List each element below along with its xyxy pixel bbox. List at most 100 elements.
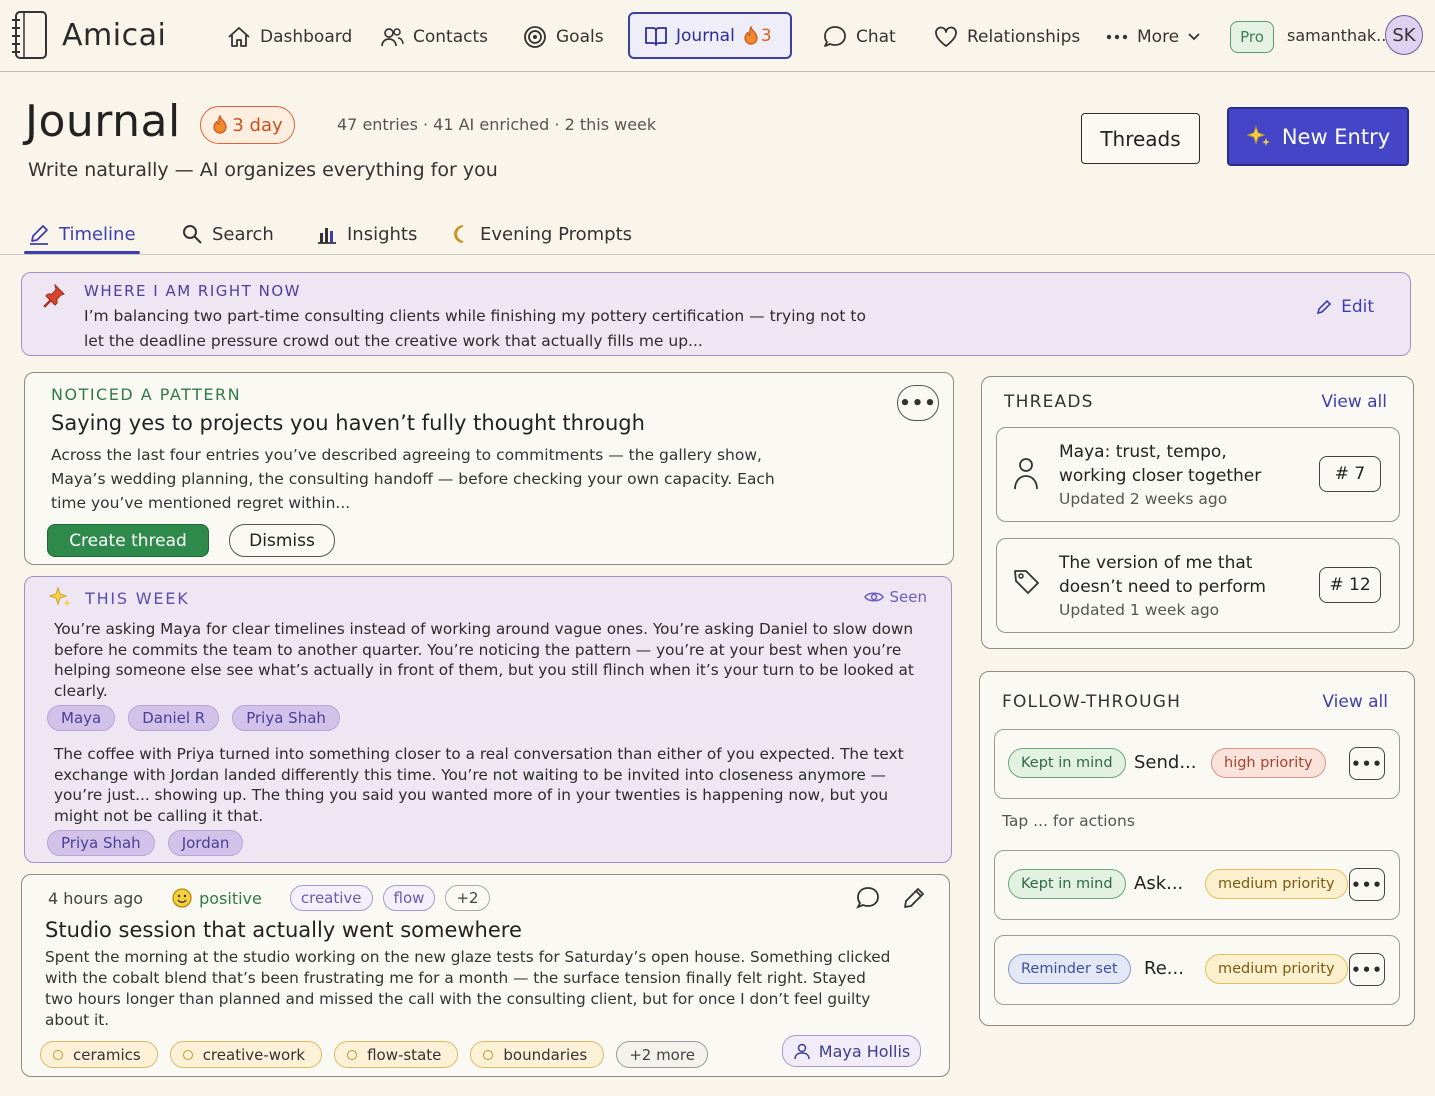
new-entry-button[interactable]: New Entry (1227, 107, 1409, 166)
entry-topics: ceramics creative-work flow-state bounda… (40, 1041, 708, 1068)
entry-person-chip[interactable]: Maya Hollis (782, 1035, 921, 1067)
topic-chip[interactable]: flow-state (334, 1041, 459, 1068)
follow-through-item[interactable]: Reminder set Re... medium priority ••• (994, 935, 1400, 1005)
follow-through-item[interactable]: Kept in mind Ask... medium priority ••• (994, 850, 1400, 920)
topics-more[interactable]: +2 more (616, 1041, 708, 1068)
topic-label: boundaries (503, 1045, 588, 1064)
sentiment-label: positive (199, 888, 262, 908)
tab-search[interactable]: Search (181, 219, 274, 249)
brand[interactable]: Amicai (8, 8, 166, 62)
week-paragraph-2: The coffee with Priya turned into someth… (54, 745, 904, 825)
follow-through-menu-button[interactable]: ••• (1349, 868, 1385, 901)
entry-title: Studio session that actually went somewh… (45, 918, 522, 942)
edit-icon[interactable] (901, 885, 927, 911)
pattern-text: Across the last four entries you’ve desc… (51, 446, 775, 512)
seen-indicator: Seen (863, 588, 927, 606)
flame-icon (212, 115, 228, 135)
topic-chip[interactable]: boundaries (470, 1041, 605, 1068)
follow-through-item[interactable]: Kept in mind Send... high priority ••• (994, 729, 1400, 799)
create-thread-button[interactable]: Create thread (47, 524, 209, 557)
week-people-row-1: Maya Daniel R Priya Shah (47, 705, 340, 731)
entry-tag[interactable]: flow (382, 885, 436, 911)
status-badge: Kept in mind (1008, 869, 1126, 899)
pattern-menu-button[interactable]: ••• (897, 385, 939, 421)
person-icon (1012, 456, 1040, 490)
follow-through-menu-button[interactable]: ••• (1349, 953, 1385, 986)
nav-dashboard[interactable]: Dashboard (226, 20, 352, 54)
notebook-logo-icon (8, 8, 52, 62)
topic-chip[interactable]: ceramics (40, 1041, 158, 1068)
follow-through-text: Send... (1134, 752, 1197, 773)
thread-number: # 12 (1319, 567, 1381, 603)
entry-tag[interactable]: creative (289, 885, 373, 911)
person-chip[interactable]: Daniel R (128, 705, 220, 731)
smiley-icon (171, 887, 193, 909)
nav-relationships[interactable]: Relationships (933, 20, 1080, 54)
book-icon (644, 25, 668, 47)
entry-actions (855, 885, 927, 911)
topic-label: flow-state (367, 1045, 442, 1064)
where-edit-button[interactable]: Edit (1315, 297, 1374, 317)
nav-relationships-label: Relationships (967, 27, 1081, 47)
follow-through-card: FOLLOW-THROUGH View all Kept in mind Sen… (979, 671, 1415, 1026)
avatar[interactable]: SK (1385, 15, 1423, 55)
top-nav: Amicai Dashboard Contacts Goals Journal … (0, 0, 1435, 72)
entry-text: Spent the morning at the studio working … (45, 948, 891, 1029)
target-icon (522, 24, 548, 50)
tab-timeline[interactable]: Timeline (28, 219, 136, 249)
status-badge: Reminder set (1008, 954, 1131, 984)
nav-journal[interactable]: Journal 3 (628, 12, 792, 59)
pencil-icon (28, 223, 50, 245)
tab-evening-prompts[interactable]: Evening Prompts (449, 219, 632, 249)
week-paragraph-1: You’re asking Maya for clear timelines i… (54, 620, 914, 700)
topic-dot-icon (53, 1049, 63, 1060)
thread-item[interactable]: The version of me that doesn’t need to p… (996, 538, 1400, 633)
week-label: THIS WEEK (85, 589, 190, 608)
threads-button[interactable]: Threads (1081, 113, 1200, 164)
thread-updated: Updated 2 weeks ago (1059, 490, 1228, 508)
person-chip[interactable]: Maya (47, 705, 116, 731)
tab-insights-label: Insights (347, 223, 418, 245)
thread-number: # 7 (1319, 456, 1381, 492)
nav-journal-streak: 3 (743, 25, 772, 46)
comment-icon[interactable] (855, 885, 881, 911)
page-subtitle: Write naturally — AI organizes everythin… (28, 159, 498, 181)
tab-timeline-label: Timeline (59, 223, 136, 245)
person-chip[interactable]: Priya Shah (232, 705, 340, 731)
dismiss-button[interactable]: Dismiss (229, 524, 335, 557)
topic-chip[interactable]: creative-work (169, 1041, 323, 1068)
tag-icon (1012, 567, 1040, 597)
username[interactable]: samanthak... (1287, 26, 1391, 45)
heart-icon (933, 25, 959, 49)
nav-goals-label: Goals (556, 27, 604, 47)
where-title: WHERE I AM RIGHT NOW (84, 282, 301, 300)
entry-tags-more[interactable]: +2 (445, 885, 490, 911)
person-chip[interactable]: Jordan (167, 830, 244, 856)
topic-label: creative-work (202, 1045, 306, 1064)
chevron-down-icon (1187, 32, 1201, 42)
threads-view-all-link[interactable]: View all (1321, 392, 1387, 412)
journal-entry-card[interactable]: 4 hours ago positive creative flow +2 St… (21, 874, 950, 1077)
nav-more[interactable]: More (1105, 20, 1201, 54)
thread-title: The version of me that doesn’t need to p… (1059, 553, 1266, 597)
tab-insights[interactable]: Insights (316, 219, 417, 249)
pushpin-icon (40, 283, 66, 309)
plan-badge: Pro (1230, 21, 1274, 53)
thread-item[interactable]: Maya: trust, tempo, working closer toget… (996, 427, 1400, 522)
where-i-am-card: WHERE I AM RIGHT NOW I’m balancing two p… (21, 272, 1411, 356)
nav-more-label: More (1137, 27, 1180, 47)
flame-icon (743, 25, 759, 46)
pattern-title: Saying yes to projects you haven’t fully… (51, 411, 645, 435)
nav-goals[interactable]: Goals (522, 20, 604, 54)
follow-through-view-all-link[interactable]: View all (1322, 692, 1388, 712)
person-chip[interactable]: Priya Shah (47, 830, 155, 856)
streak-badge: 3 day (200, 106, 295, 144)
nav-chat[interactable]: Chat (822, 20, 896, 54)
nav-chat-label: Chat (856, 27, 896, 47)
nav-contacts[interactable]: Contacts (379, 20, 488, 54)
follow-through-menu-button[interactable]: ••• (1349, 747, 1385, 780)
entry-meta: 4 hours ago positive creative flow +2 (48, 885, 490, 911)
priority-badge: high priority (1211, 748, 1326, 778)
tabs-divider (0, 254, 1435, 255)
edit-pencil-icon (1315, 298, 1333, 316)
